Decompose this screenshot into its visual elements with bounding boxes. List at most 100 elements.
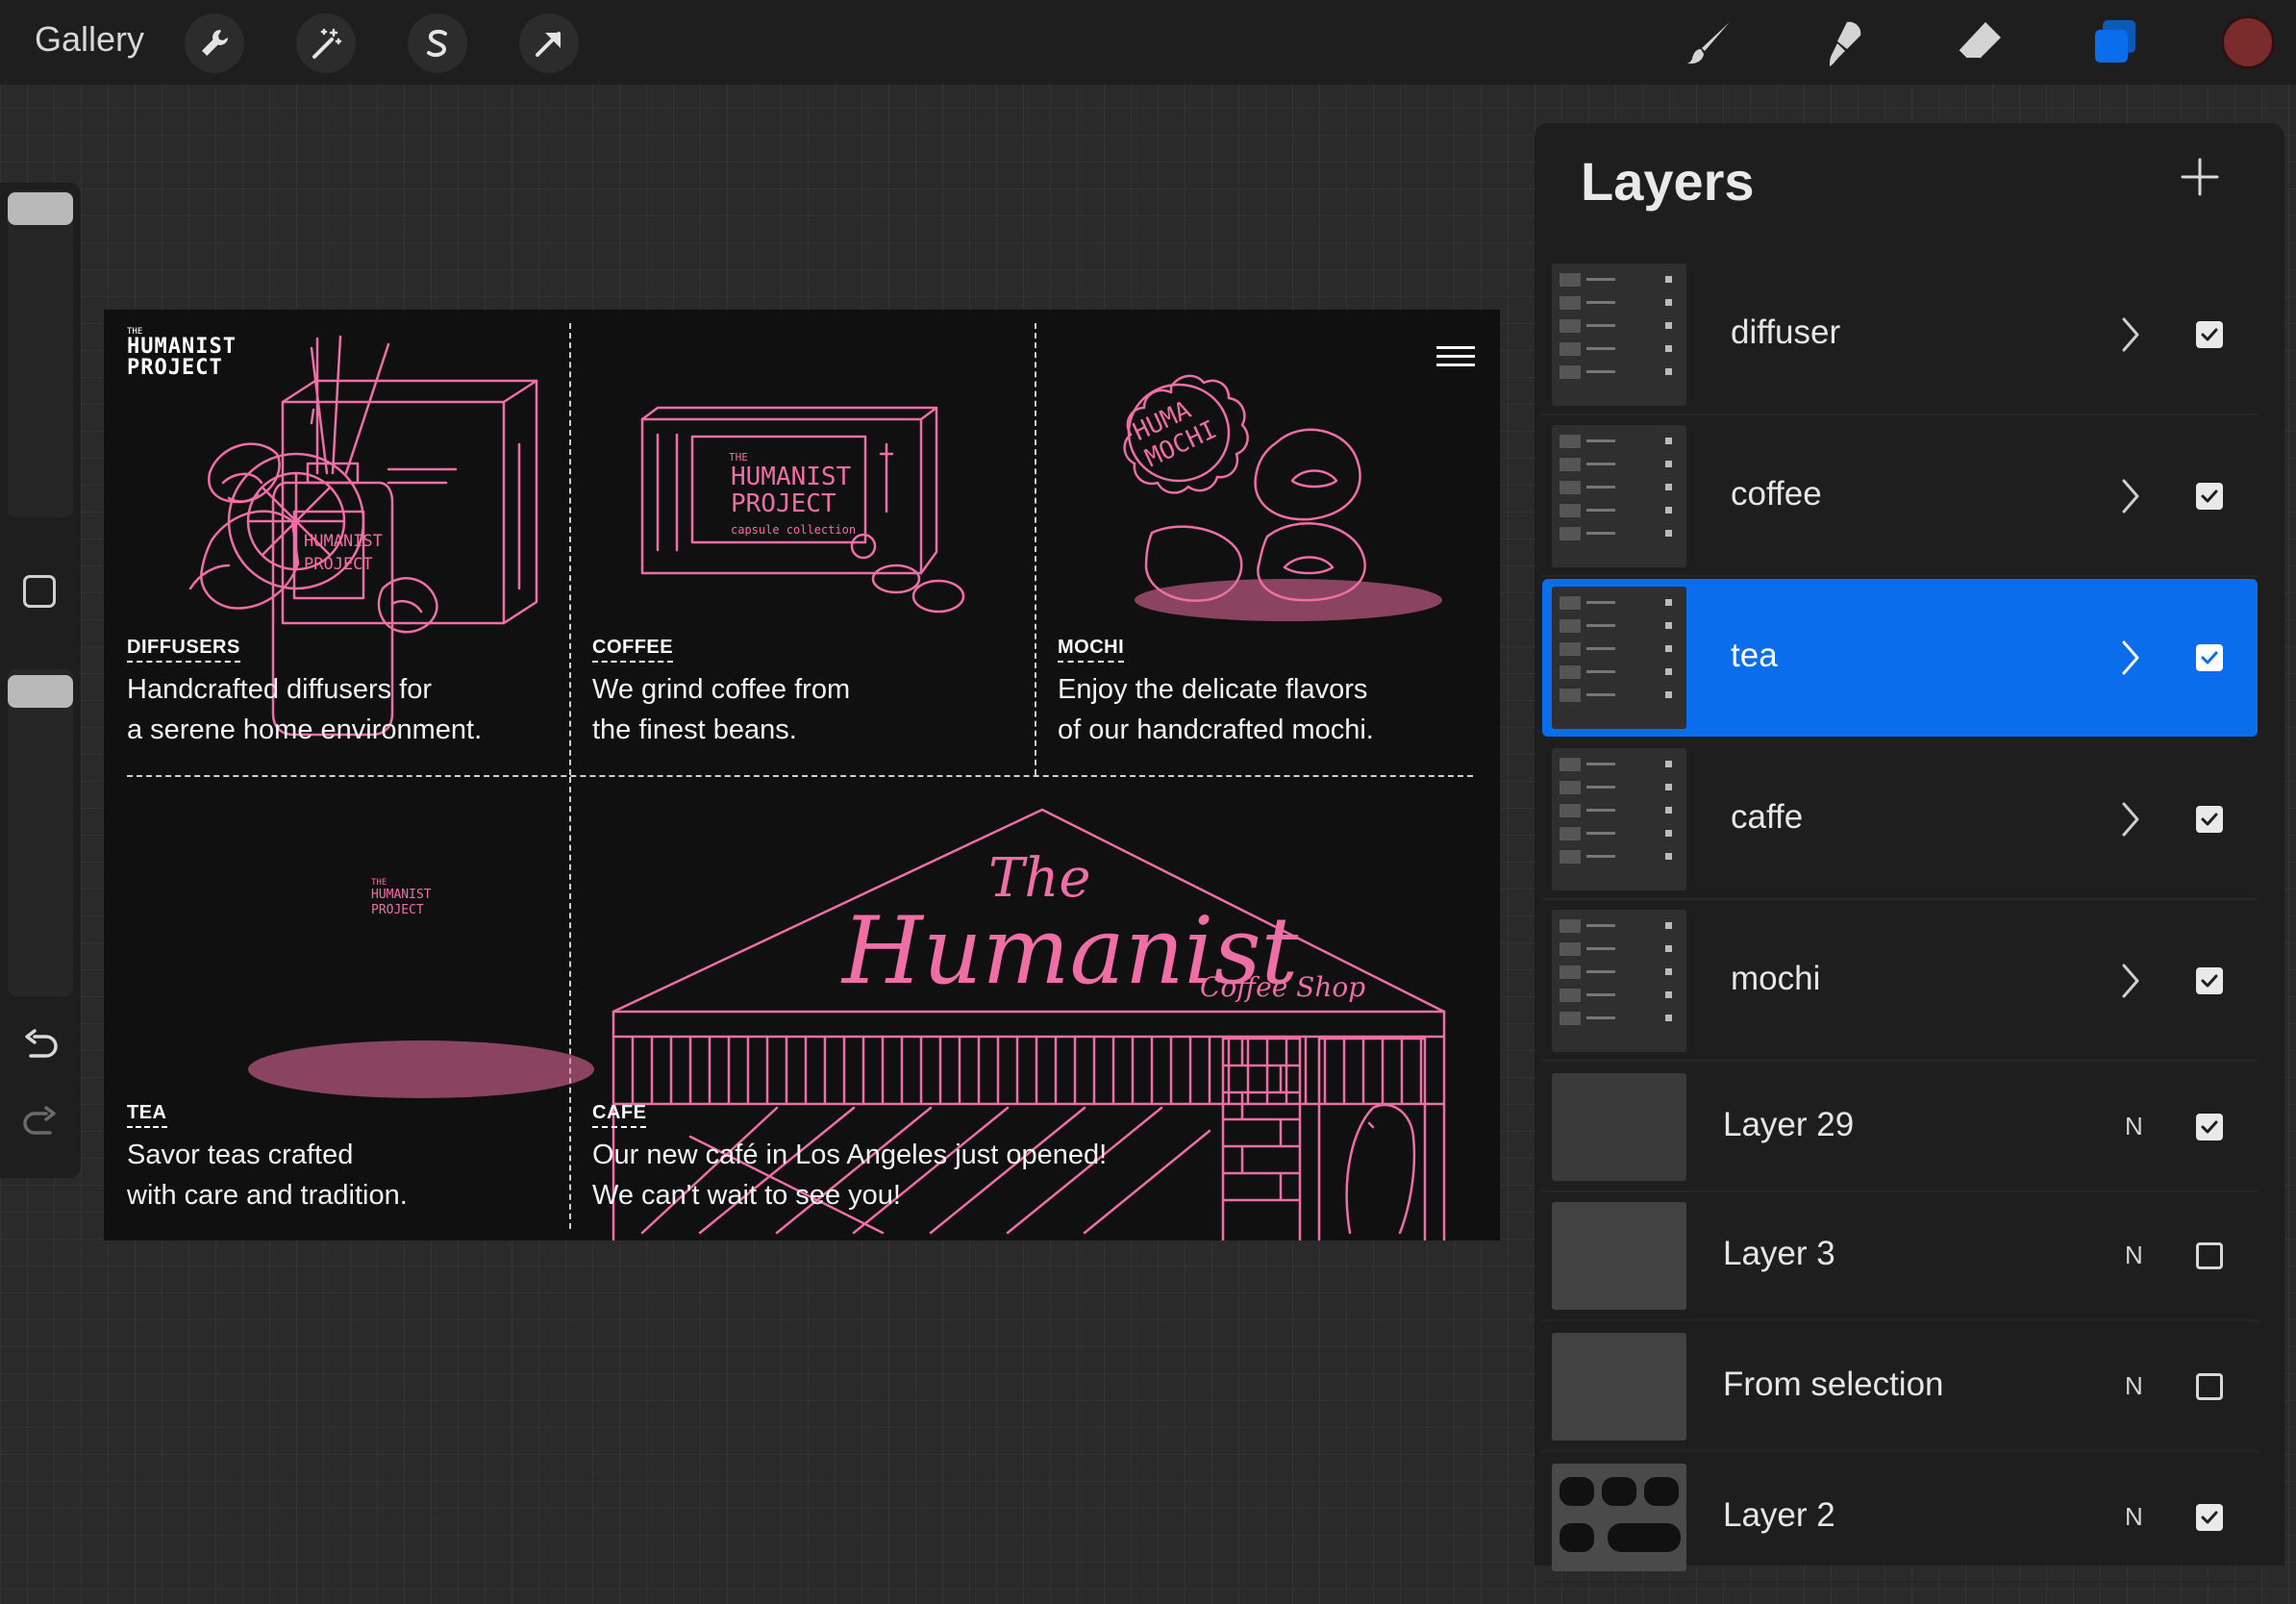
wrench-icon bbox=[202, 30, 228, 56]
brush-tool-button[interactable] bbox=[1681, 13, 1740, 73]
layer-name: mochi bbox=[1731, 960, 1821, 997]
desc-line: with care and tradition. bbox=[127, 1180, 408, 1211]
desc-line: Enjoy the delicate flavors bbox=[1058, 674, 1368, 705]
layer-row-layer-3[interactable]: Layer 3 N bbox=[1542, 1192, 2258, 1321]
layers-title: Layers bbox=[1581, 151, 1755, 212]
chevron-right-icon[interactable] bbox=[2119, 477, 2142, 515]
layer-thumbnail bbox=[1552, 425, 1686, 567]
section-desc-cafe: Our new café in Los Angeles just opened!… bbox=[592, 1135, 1208, 1216]
layer-thumbnail bbox=[1552, 1073, 1686, 1181]
drawing-canvas[interactable]: THE HUMANIST PROJECT HUMANIST PROJECT TH… bbox=[104, 310, 1500, 1241]
artwork-illustrations: HUMANIST PROJECT THE HUMANIST PROJECT ca… bbox=[188, 335, 1446, 1241]
blend-mode-button[interactable]: N bbox=[2125, 1112, 2143, 1141]
section-desc-diffusers: Handcrafted diffusers for a serene home … bbox=[127, 669, 550, 750]
layer-name: Layer 2 bbox=[1723, 1496, 1835, 1534]
section-desc-tea: Savor teas crafted with care and traditi… bbox=[127, 1135, 550, 1216]
chevron-right-icon[interactable] bbox=[2119, 639, 2142, 677]
visibility-checkbox[interactable] bbox=[2196, 806, 2223, 833]
brush-size-slider[interactable] bbox=[8, 190, 73, 517]
visibility-checkbox[interactable] bbox=[2196, 1242, 2223, 1269]
visibility-checkbox[interactable] bbox=[2196, 1373, 2223, 1400]
layer-thumbnail bbox=[1552, 1464, 1686, 1571]
visibility-checkbox[interactable] bbox=[2196, 483, 2223, 510]
layer-thumbnail bbox=[1552, 748, 1686, 890]
layer-row-layer-2[interactable]: Layer 2 N bbox=[1542, 1454, 2258, 1583]
layer-name: coffee bbox=[1731, 475, 1822, 513]
desc-line: We grind coffee from bbox=[592, 674, 851, 705]
layer-name: caffe bbox=[1731, 798, 1804, 836]
tea-box-text-3: PROJECT bbox=[371, 903, 424, 917]
top-toolbar: Gallery bbox=[0, 0, 2296, 85]
layer-row-tea[interactable]: tea bbox=[1542, 579, 2258, 737]
section-label-tea: TEA bbox=[127, 1102, 167, 1128]
eraser-tool-button[interactable] bbox=[1950, 13, 2009, 73]
redo-icon[interactable] bbox=[21, 1106, 60, 1140]
undo-icon[interactable] bbox=[21, 1029, 60, 1064]
desc-line: the finest beans. bbox=[592, 714, 797, 745]
layer-thumbnail bbox=[1552, 587, 1686, 729]
layer-name: Layer 3 bbox=[1723, 1235, 1835, 1272]
tea-box-text-1: THE bbox=[371, 878, 387, 888]
section-label-cafe: CAFE bbox=[592, 1102, 647, 1128]
layer-thumbnail bbox=[1552, 1333, 1686, 1441]
opacity-slider[interactable] bbox=[8, 669, 73, 996]
visibility-checkbox[interactable] bbox=[2196, 1114, 2223, 1140]
visibility-checkbox[interactable] bbox=[2196, 321, 2223, 348]
chevron-right-icon[interactable] bbox=[2119, 315, 2142, 354]
transform-arrow-icon bbox=[536, 32, 561, 57]
layer-row-diffuser[interactable]: diffuser bbox=[1542, 256, 2258, 415]
desc-line: a serene home environment. bbox=[127, 714, 483, 745]
visibility-checkbox[interactable] bbox=[2196, 644, 2223, 671]
layer-thumbnail bbox=[1552, 1202, 1686, 1310]
transform-button[interactable] bbox=[519, 13, 579, 73]
diffuser-bottle-text-2: PROJECT bbox=[304, 555, 373, 574]
layer-row-layer-29[interactable]: Layer 29 N bbox=[1542, 1064, 2258, 1192]
desc-line: Savor teas crafted bbox=[127, 1140, 354, 1170]
cafe-sign-text-3: Coffee Shop bbox=[1200, 971, 1365, 1003]
blend-mode-button[interactable]: N bbox=[2125, 1241, 2143, 1270]
plus-icon[interactable] bbox=[2179, 156, 2221, 198]
desc-line: We can't wait to see you! bbox=[592, 1180, 901, 1211]
section-label-diffusers: DIFFUSERS bbox=[127, 637, 240, 663]
selection-s-icon bbox=[427, 29, 447, 58]
tea-box-text-2: HUMANIST bbox=[371, 888, 432, 902]
actions-button[interactable] bbox=[185, 13, 244, 73]
diffuser-bottle-text-1: HUMANIST bbox=[304, 532, 383, 551]
visibility-checkbox[interactable] bbox=[2196, 1504, 2223, 1531]
layer-name: Layer 29 bbox=[1723, 1106, 1855, 1143]
section-desc-coffee: We grind coffee from the finest beans. bbox=[592, 669, 1015, 750]
adjustments-button[interactable] bbox=[296, 13, 356, 73]
gallery-button[interactable]: Gallery bbox=[35, 19, 144, 60]
desc-line: Handcrafted diffusers for bbox=[127, 674, 433, 705]
visibility-checkbox[interactable] bbox=[2196, 967, 2223, 994]
section-desc-mochi: Enjoy the delicate flavors of our handcr… bbox=[1058, 669, 1481, 750]
layer-row-coffee[interactable]: coffee bbox=[1542, 417, 2258, 577]
blend-mode-button[interactable]: N bbox=[2125, 1371, 2143, 1401]
color-picker-button[interactable] bbox=[2221, 15, 2275, 69]
layers-tool-button[interactable] bbox=[2084, 13, 2144, 73]
coffee-box-text-2: HUMANIST bbox=[731, 463, 852, 491]
coffee-box-text-4: capsule collection bbox=[731, 523, 856, 537]
desc-line: of our handcrafted mochi. bbox=[1058, 714, 1374, 745]
section-label-mochi: MOCHI bbox=[1058, 637, 1125, 663]
chevron-right-icon[interactable] bbox=[2119, 962, 2142, 1000]
layer-thumbnail bbox=[1552, 910, 1686, 1052]
chevron-right-icon[interactable] bbox=[2119, 800, 2142, 839]
layer-thumbnail bbox=[1552, 263, 1686, 406]
brush-icon bbox=[1687, 22, 1730, 64]
magic-wand-icon bbox=[312, 28, 342, 59]
layer-name: From selection bbox=[1723, 1366, 1944, 1403]
layer-row-mochi[interactable]: mochi bbox=[1542, 902, 2258, 1062]
left-sidebar bbox=[0, 183, 81, 1178]
desc-line: Our new café in Los Angeles just opened! bbox=[592, 1140, 1108, 1170]
opacity-handle[interactable] bbox=[8, 675, 73, 708]
coffee-box-text-3: PROJECT bbox=[731, 489, 836, 518]
selection-button[interactable] bbox=[408, 13, 467, 73]
layer-row-from-selection[interactable]: From selection N bbox=[1542, 1323, 2258, 1452]
modify-square-button[interactable] bbox=[23, 575, 56, 608]
brush-size-handle[interactable] bbox=[8, 192, 73, 225]
layer-row-caffe[interactable]: caffe bbox=[1542, 740, 2258, 900]
section-label-coffee: COFFEE bbox=[592, 637, 674, 663]
blend-mode-button[interactable]: N bbox=[2125, 1502, 2143, 1532]
smudge-tool-button[interactable] bbox=[1815, 13, 1875, 73]
